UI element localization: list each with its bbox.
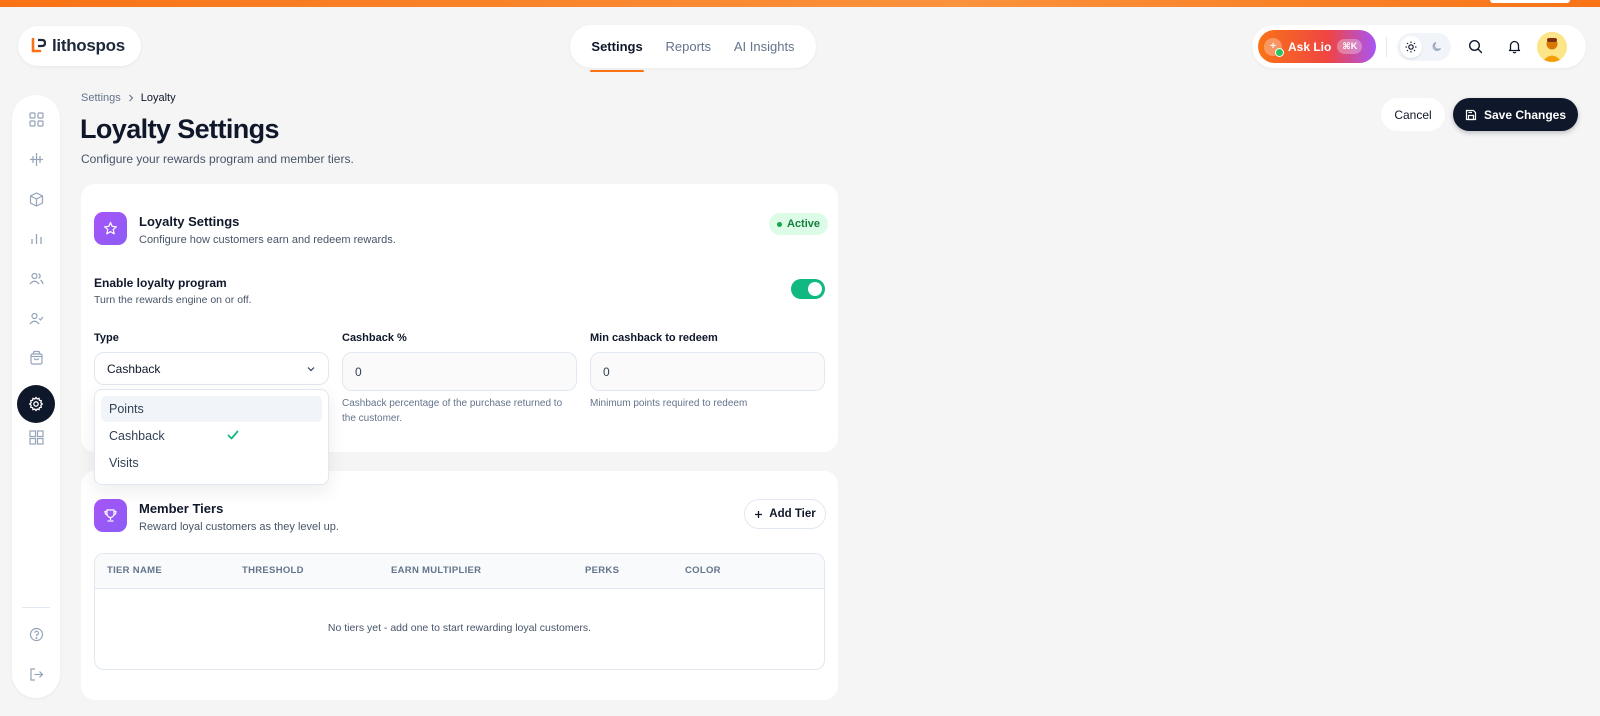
breadcrumb: Settings Loyalty — [81, 92, 176, 104]
moon-icon[interactable] — [1426, 36, 1448, 58]
top-accent-bar — [0, 0, 1600, 7]
pos-icon[interactable] — [24, 147, 48, 171]
tab-reports[interactable]: Reports — [666, 25, 712, 68]
brand-name: lithospos — [52, 36, 125, 55]
shortcut-badge: ⌘K — [1337, 39, 1363, 54]
breadcrumb-parent[interactable]: Settings — [81, 92, 121, 104]
empty-state-text: No tiers yet - add one to start rewardin… — [327, 622, 592, 634]
sidebar-divider — [22, 607, 50, 608]
brand-logo[interactable]: lithospos — [18, 26, 141, 66]
box-icon[interactable] — [24, 187, 48, 211]
users-icon[interactable] — [24, 266, 48, 290]
help-icon[interactable] — [24, 622, 48, 646]
page-title: Loyalty Settings — [80, 114, 280, 144]
type-option-cashback[interactable]: Cashback — [101, 423, 322, 449]
breadcrumb-current: Loyalty — [140, 92, 176, 104]
card-title: Member Tiers — [139, 501, 224, 516]
column-header: THRESHOLD — [242, 565, 304, 576]
sidebar — [12, 95, 60, 698]
card-title: Loyalty Settings — [139, 214, 240, 229]
table-header: TIER NAME THRESHOLD EARN MULTIPLIER PERK… — [95, 554, 824, 589]
user-check-icon[interactable] — [24, 306, 48, 330]
save-changes-label: Save Changes — [1483, 107, 1567, 122]
avatar[interactable] — [1537, 31, 1567, 62]
cashback-percent-label: Cashback % — [342, 332, 407, 344]
plus-icon — [755, 510, 763, 518]
min-cashback-label: Min cashback to redeem — [590, 332, 718, 344]
dashboard-icon[interactable] — [24, 107, 48, 131]
trophy-icon — [94, 499, 127, 532]
enable-loyalty-toggle[interactable] — [791, 279, 825, 299]
tiers-table: TIER NAME THRESHOLD EARN MULTIPLIER PERK… — [94, 553, 825, 670]
status-label: Active — [787, 218, 821, 230]
column-header: EARN MULTIPLIER — [391, 565, 482, 576]
column-header: PERKS — [585, 565, 620, 576]
column-header: COLOR — [685, 565, 721, 576]
type-selected-value: Cashback — [107, 361, 161, 376]
save-icon — [1465, 109, 1477, 120]
cashback-percent-input[interactable] — [342, 352, 577, 391]
type-option-visits[interactable]: Visits — [101, 450, 322, 476]
bag-icon[interactable] — [24, 345, 48, 369]
ask-lio-button[interactable]: + Ask Lio ⌘K — [1258, 30, 1376, 63]
ask-lio-label: Ask Lio — [1288, 39, 1332, 54]
column-header: TIER NAME — [107, 565, 162, 576]
theme-switch — [1397, 32, 1451, 61]
chevron-right-icon — [128, 94, 134, 102]
divider — [1386, 36, 1387, 57]
member-tiers-card: Member Tiers Reward loyal customers as t… — [81, 471, 838, 700]
tab-ai-insights[interactable]: AI Insights — [734, 25, 795, 68]
type-option-points[interactable]: Points — [101, 396, 322, 422]
type-select[interactable]: Cashback — [94, 352, 329, 385]
sun-icon[interactable] — [1400, 35, 1422, 58]
save-changes-button[interactable]: Save Changes — [1453, 98, 1578, 131]
sparkle-icon: + — [1264, 37, 1284, 57]
tab-settings[interactable]: Settings — [590, 25, 645, 72]
cashback-help: Cashback percentage of the purchase retu… — [342, 398, 563, 424]
type-dropdown-menu: Points Cashback Visits — [94, 389, 329, 485]
star-icon — [94, 212, 127, 245]
logout-icon[interactable] — [24, 662, 48, 686]
type-label: Type — [94, 332, 119, 344]
cancel-button[interactable]: Cancel — [1381, 98, 1445, 131]
bell-icon[interactable] — [1499, 32, 1529, 62]
chevron-down-icon — [307, 366, 315, 371]
enable-loyalty-label: Enable loyalty program — [94, 276, 227, 290]
status-badge: Active — [769, 213, 829, 235]
logo-icon — [31, 37, 47, 53]
check-icon — [227, 430, 239, 440]
settings-icon — [28, 396, 44, 412]
settings-nav-item[interactable] — [17, 385, 55, 423]
page-subtitle: Configure your rewards program and membe… — [81, 152, 354, 166]
chart-icon[interactable] — [24, 226, 48, 250]
card-subtitle: Configure how customers earn and redeem … — [139, 234, 396, 246]
card-subtitle: Reward loyal customers as they level up. — [139, 521, 339, 533]
add-tier-button[interactable]: Add Tier — [744, 499, 826, 529]
top-nav: Settings Reports AI Insights — [570, 25, 816, 72]
add-tier-label: Add Tier — [769, 508, 816, 520]
search-icon[interactable] — [1460, 32, 1490, 62]
min-cashback-input[interactable] — [590, 352, 825, 391]
type-option-cashback-label: Cashback — [109, 429, 165, 443]
header-actions: + Ask Lio ⌘K — [1252, 25, 1586, 68]
enable-loyalty-description: Turn the rewards engine on or off. — [94, 294, 252, 306]
min-cashback-help: Minimum points required to redeem — [590, 398, 748, 409]
apps-icon[interactable] — [24, 425, 48, 449]
